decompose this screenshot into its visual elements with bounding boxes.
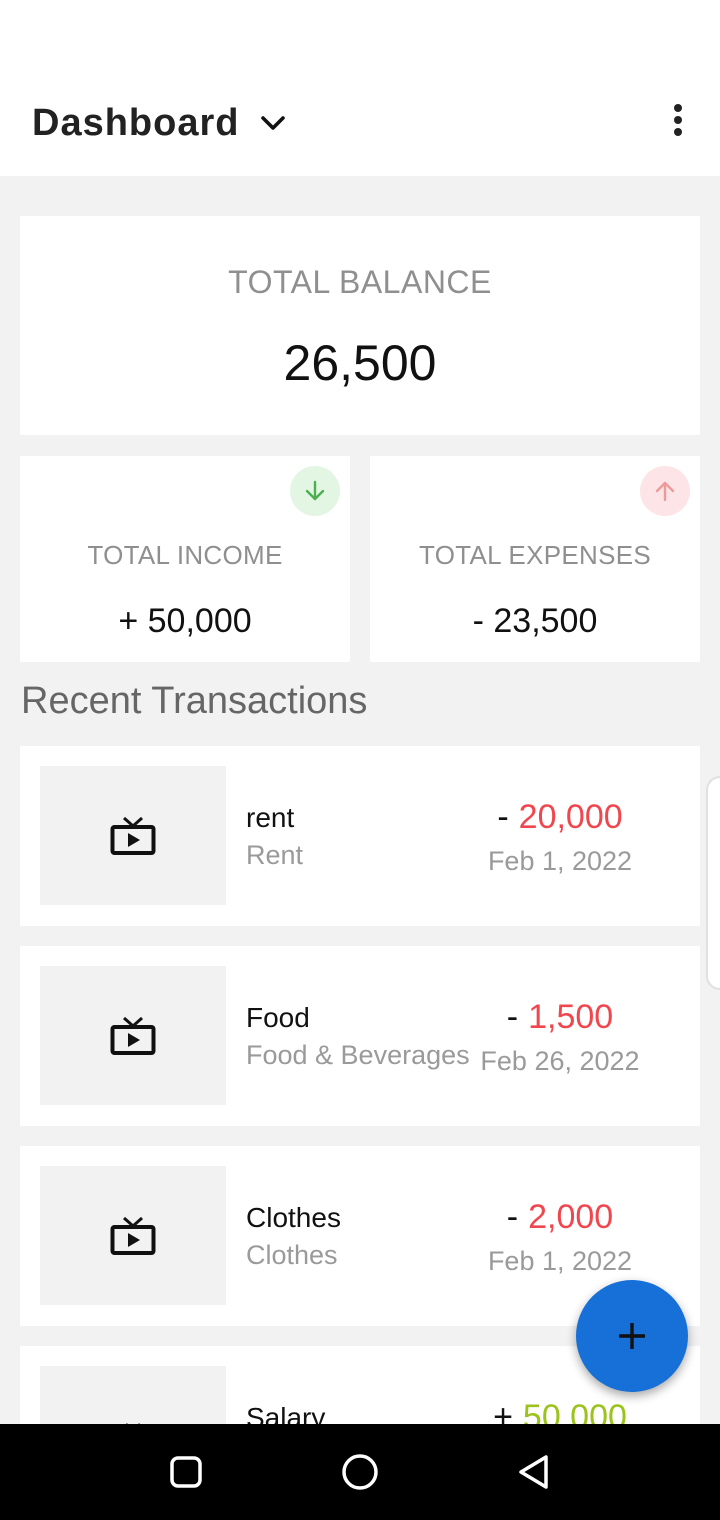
amount-sign: - <box>506 998 519 1036</box>
total-expenses-label: TOTAL EXPENSES <box>418 540 652 570</box>
total-balance-card: TOTAL BALANCE 26,500 <box>20 216 700 435</box>
arrow-down-icon <box>290 466 340 516</box>
total-expenses-card[interactable]: TOTAL EXPENSES - 23,500 <box>370 456 700 662</box>
amount-value: 1,500 <box>528 998 614 1036</box>
app-root: Dashboard TOTAL BALANCE 26,500 TOTAL INC… <box>0 0 720 1520</box>
transaction-date: Feb 1, 2022 <box>487 846 633 876</box>
transaction-amount: -2,000 <box>460 1198 660 1237</box>
transaction-category: Food & Beverages <box>246 1040 470 1070</box>
transaction-category: Clothes <box>246 1240 338 1270</box>
transaction-name: Food <box>246 1002 310 1033</box>
amount-value: 2,000 <box>528 1198 614 1236</box>
chevron-down-icon <box>257 107 289 139</box>
plus-icon <box>619 1323 645 1349</box>
total-expenses-value: - 23,500 <box>472 602 598 640</box>
arrow-up-icon <box>640 466 690 516</box>
more-vert-icon[interactable] <box>658 96 698 144</box>
total-balance-label: TOTAL BALANCE <box>228 264 492 300</box>
scroll-edge-handle[interactable] <box>706 776 720 990</box>
dashboard-selector[interactable]: Dashboard <box>32 98 289 148</box>
transaction-item[interactable]: Food Food & Beverages -1,500 Feb 26, 202… <box>20 946 700 1126</box>
total-income-value: + 50,000 <box>118 602 252 640</box>
tv-icon <box>40 966 226 1105</box>
transaction-date: Feb 1, 2022 <box>487 1246 633 1276</box>
tv-icon <box>40 766 226 905</box>
transaction-date: Feb 26, 2022 <box>480 1046 640 1076</box>
square-icon[interactable] <box>166 1452 206 1492</box>
recent-transactions-heading: Recent Transactions <box>21 680 368 722</box>
transaction-category: Rent <box>246 840 304 870</box>
amount-value: 20,000 <box>518 798 623 836</box>
page-title: Dashboard <box>32 101 240 144</box>
transaction-item[interactable]: rent Rent -20,000 Feb 1, 2022 <box>20 746 700 926</box>
total-income-label: TOTAL INCOME <box>87 540 283 570</box>
add-transaction-button[interactable] <box>576 1280 688 1392</box>
amount-sign: - <box>497 798 509 836</box>
transaction-amount: -20,000 <box>460 798 660 837</box>
transaction-amount: -1,500 <box>460 998 660 1037</box>
triangle-back-icon[interactable] <box>514 1452 554 1492</box>
total-income-card[interactable]: TOTAL INCOME + 50,000 <box>20 456 350 662</box>
amount-sign: - <box>506 1198 519 1236</box>
circle-icon[interactable] <box>340 1452 380 1492</box>
transaction-name: Clothes <box>246 1202 341 1233</box>
transaction-name: rent <box>246 802 295 833</box>
top-app-bar: Dashboard <box>0 0 720 176</box>
total-balance-value: 26,500 <box>283 335 437 391</box>
tv-icon <box>40 1166 226 1305</box>
system-navigation-bar <box>0 1424 720 1520</box>
